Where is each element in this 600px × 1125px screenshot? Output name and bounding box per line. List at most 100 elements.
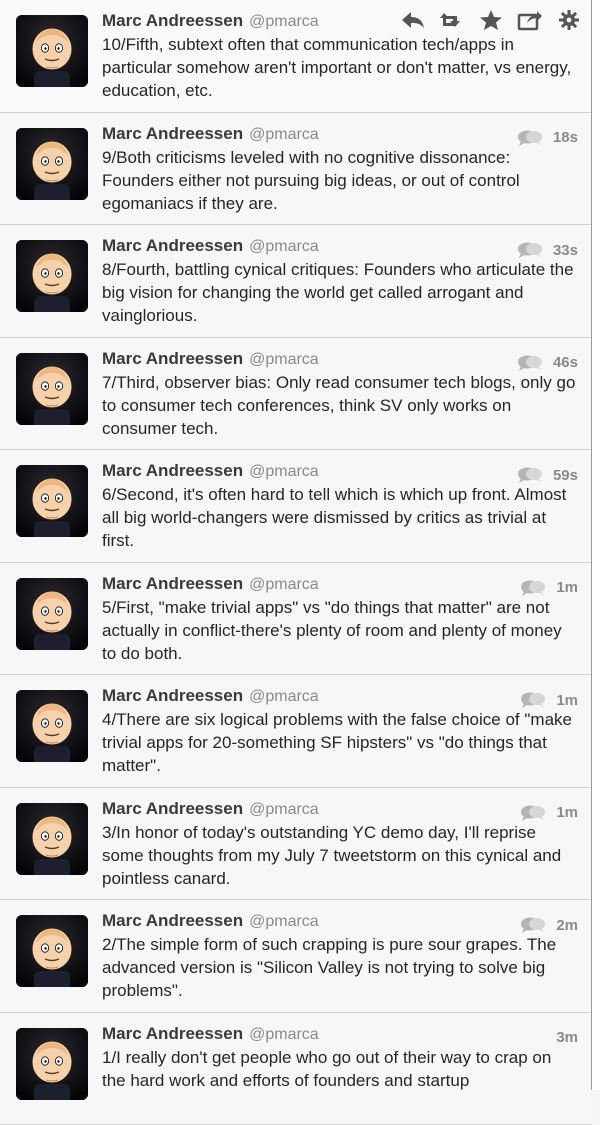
tweet-content: Marc Andreessen @pmarca 8/Fourth, battling… — [102, 234, 578, 327]
tweet-header: Marc Andreessen @pmarca — [102, 909, 578, 933]
tweet-meta: 33s — [517, 239, 578, 261]
tweet-meta: 18s — [517, 127, 578, 149]
tweet-header: Marc Andreessen @pmarca — [102, 347, 578, 371]
tweet-text: 3/In honor of today's outstanding YC dem… — [102, 821, 578, 890]
tweet-meta: 1m — [520, 802, 578, 824]
avatar[interactable] — [16, 128, 88, 200]
tweet-row[interactable]: Marc Andreessen @pmarca 8/Fourth, battling… — [0, 225, 592, 338]
tweet-header: Marc Andreessen @pmarca — [102, 122, 578, 146]
tweet-text: 4/There are six logical problems with th… — [102, 708, 578, 777]
author-name[interactable]: Marc Andreessen — [102, 236, 243, 255]
conversation-icon[interactable] — [517, 354, 543, 372]
conversation-icon[interactable] — [517, 466, 543, 484]
conversation-icon[interactable] — [520, 691, 546, 709]
tweet-content: Marc Andreessen @pmarca 5/First, "make tri… — [102, 572, 578, 665]
tweet-header: Marc Andreessen @pmarca — [102, 572, 578, 596]
tweet-row[interactable]: Marc Andreessen @pmarca 2/The simple form … — [0, 900, 592, 1013]
avatar[interactable] — [16, 690, 88, 762]
author-name[interactable]: Marc Andreessen — [102, 911, 243, 930]
author-name[interactable]: Marc Andreessen — [102, 124, 243, 143]
author-name[interactable]: Marc Andreessen — [102, 349, 243, 368]
tweet-header: Marc Andreessen @pmarca — [102, 797, 578, 821]
tweet-content: Marc Andreessen @pmarca 2/The simple form … — [102, 909, 578, 1002]
share-icon[interactable] — [517, 8, 543, 32]
conversation-icon[interactable] — [520, 916, 546, 934]
timestamp[interactable]: 1m — [556, 579, 578, 596]
author-name[interactable]: Marc Andreessen — [102, 686, 243, 705]
timestamp[interactable]: 3m — [556, 1029, 578, 1046]
author-handle[interactable]: @pmarca — [249, 801, 319, 818]
author-name[interactable]: Marc Andreessen — [102, 11, 243, 30]
tweet-meta: 46s — [517, 352, 578, 374]
author-handle[interactable]: @pmarca — [249, 126, 319, 143]
author-handle[interactable]: @pmarca — [249, 913, 319, 930]
tweet-meta: 59s — [517, 464, 578, 486]
timestamp[interactable]: 1m — [556, 692, 578, 709]
tweet-header: Marc Andreessen @pmarca — [102, 234, 578, 258]
author-handle[interactable]: @pmarca — [249, 13, 319, 30]
tweet-text: 9/Both criticisms leveled with no cognit… — [102, 146, 578, 215]
tweet-row[interactable]: Marc Andreessen @pmarca 9/Both criticisms … — [0, 113, 592, 226]
avatar[interactable] — [16, 465, 88, 537]
tweet-row[interactable]: Marc Andreessen @pmarca 10/Fifth, subtext … — [0, 0, 592, 113]
author-handle[interactable]: @pmarca — [249, 576, 319, 593]
tweet-text: 2/The simple form of such crapping is pu… — [102, 933, 578, 1002]
conversation-icon[interactable] — [517, 241, 543, 259]
tweet-row[interactable]: Marc Andreessen@pmarca1/I really don't g… — [0, 1013, 592, 1125]
tweet-content: Marc Andreessen @pmarca 7/Third, observer … — [102, 347, 578, 440]
author-handle[interactable]: @pmarca — [249, 463, 319, 480]
tweet-text: 10/Fifth, subtext often that communicati… — [102, 33, 578, 102]
tweet-actions — [400, 8, 582, 32]
tweet-text: 7/Third, observer bias: Only read consum… — [102, 371, 578, 440]
favorite-icon[interactable] — [478, 8, 504, 32]
retweet-icon[interactable] — [439, 8, 465, 32]
author-name[interactable]: Marc Andreessen — [102, 461, 243, 480]
tweet-meta: 1m — [520, 577, 578, 599]
timestamp[interactable]: 59s — [553, 467, 578, 484]
tweet-header: Marc Andreessen @pmarca — [102, 1022, 578, 1046]
author-handle[interactable]: @pmarca — [249, 238, 319, 255]
timestamp[interactable]: 1m — [556, 804, 578, 821]
tweet-row[interactable]: Marc Andreessen @pmarca 5/First, "make tri… — [0, 563, 592, 676]
tweet-row[interactable]: Marc Andreessen@pmarca6/Second, it's oft… — [0, 450, 592, 563]
tweet-timeline: Marc Andreessen @pmarca 10/Fifth, subtext … — [0, 0, 592, 1125]
timestamp[interactable]: 33s — [553, 242, 578, 259]
author-handle[interactable]: @pmarca — [249, 688, 319, 705]
tweet-content: Marc Andreessen@pmarca1/I really don't g… — [102, 1022, 578, 1092]
tweet-meta: 1m — [520, 689, 578, 711]
tweet-text: 8/Fourth, battling cynical critiques: Fo… — [102, 258, 578, 327]
conversation-icon[interactable] — [520, 804, 546, 822]
avatar[interactable] — [16, 353, 88, 425]
avatar[interactable] — [16, 1028, 88, 1100]
tweet-content: Marc Andreessen@pmarca6/Second, it's oft… — [102, 459, 578, 552]
author-name[interactable]: Marc Andreessen — [102, 574, 243, 593]
author-handle[interactable]: @pmarca — [249, 1026, 319, 1043]
avatar[interactable] — [16, 803, 88, 875]
tweet-content: Marc Andreessen @pmarca 9/Both criticisms … — [102, 122, 578, 215]
tweet-meta: 3m — [556, 1027, 578, 1049]
author-name[interactable]: Marc Andreessen — [102, 799, 243, 818]
timestamp[interactable]: 2m — [556, 917, 578, 934]
tweet-meta: 2m — [520, 914, 578, 936]
conversation-icon[interactable] — [517, 129, 543, 147]
tweet-header: Marc Andreessen @pmarca — [102, 684, 578, 708]
tweet-content: Marc Andreessen @pmarca 3/In honor of toda… — [102, 797, 578, 890]
avatar[interactable] — [16, 915, 88, 987]
avatar[interactable] — [16, 578, 88, 650]
timestamp[interactable]: 18s — [553, 129, 578, 146]
tweet-content: Marc Andreessen @pmarca 4/There are six lo… — [102, 684, 578, 777]
tweet-row[interactable]: Marc Andreessen @pmarca 3/In honor of toda… — [0, 788, 592, 901]
reply-icon[interactable] — [400, 8, 426, 32]
avatar[interactable] — [16, 240, 88, 312]
tweet-row[interactable]: Marc Andreessen @pmarca 4/There are six lo… — [0, 675, 592, 788]
scrollbar[interactable] — [591, 0, 600, 1090]
timestamp[interactable]: 46s — [553, 354, 578, 371]
author-name[interactable]: Marc Andreessen — [102, 1024, 243, 1043]
gear-icon[interactable] — [556, 8, 582, 32]
tweet-header: Marc Andreessen @pmarca — [102, 459, 578, 483]
tweet-text: 5/First, "make trivial apps" vs "do thin… — [102, 596, 578, 665]
author-handle[interactable]: @pmarca — [249, 351, 319, 368]
tweet-row[interactable]: Marc Andreessen @pmarca 7/Third, observer … — [0, 338, 592, 451]
avatar[interactable] — [16, 15, 88, 87]
conversation-icon[interactable] — [520, 579, 546, 597]
